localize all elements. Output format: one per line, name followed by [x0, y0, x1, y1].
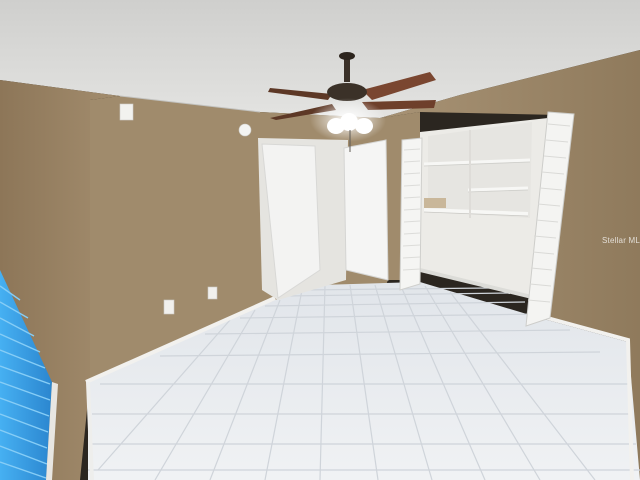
- fan-canopy: [339, 52, 355, 60]
- electrical-outlet-left: [163, 299, 175, 315]
- closet-item-on-shelf: [424, 198, 446, 208]
- wall-switch-plate: [119, 103, 134, 121]
- electrical-outlet-right: [207, 286, 218, 300]
- fan-light-bulb-center: [340, 113, 358, 131]
- fan-light-bulb-right: [355, 118, 373, 134]
- bedroom-door-open-leaf: [343, 139, 389, 281]
- room-illustration: [0, 0, 640, 480]
- thermostat: [238, 123, 252, 137]
- watermark: Stellar MLS: [602, 236, 640, 245]
- room-photo: Stellar MLS: [0, 0, 640, 480]
